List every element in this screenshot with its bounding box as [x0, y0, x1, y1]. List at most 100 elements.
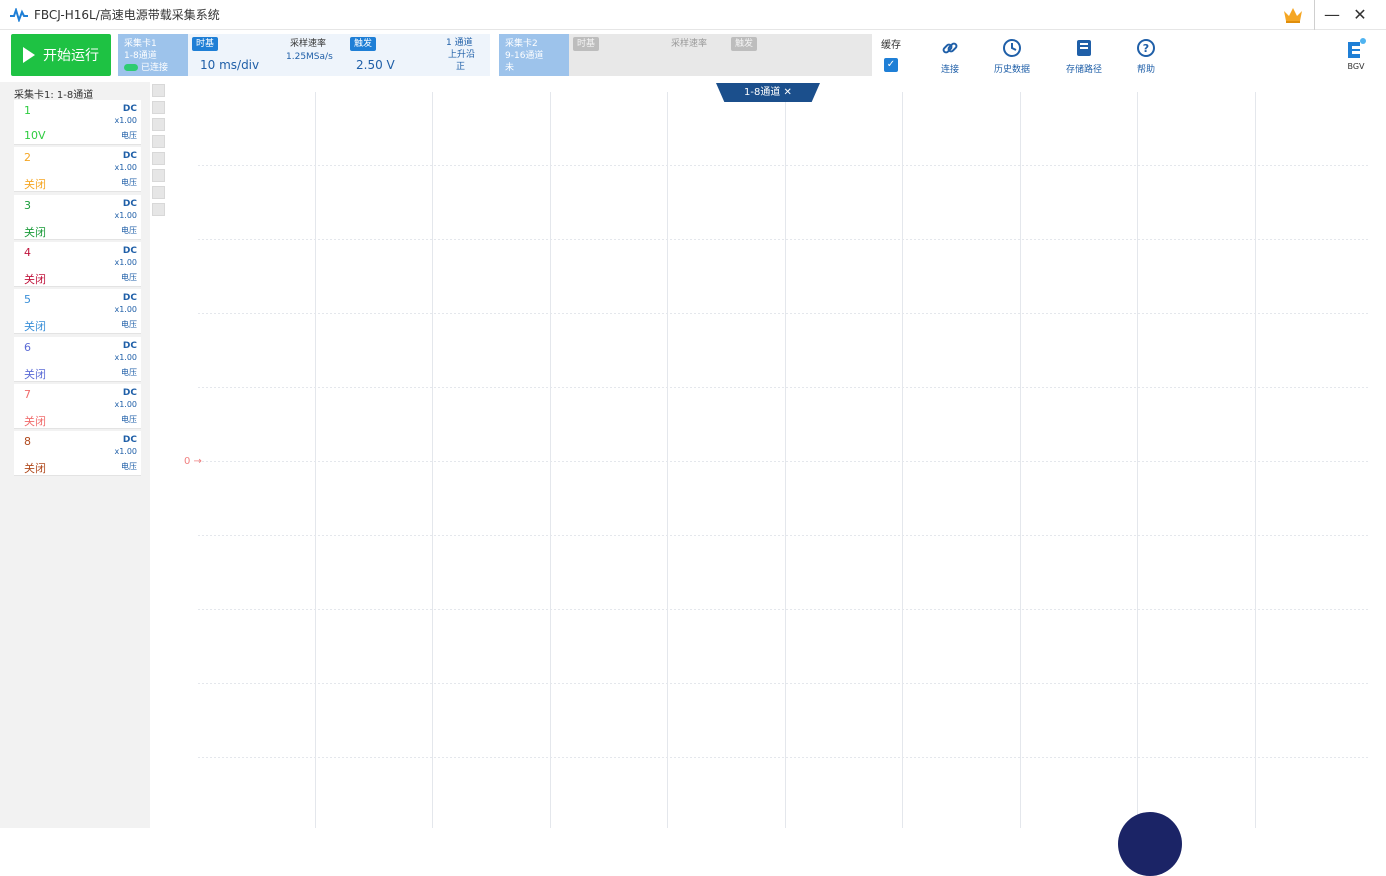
mini-button[interactable] [152, 169, 165, 182]
close-button[interactable]: ✕ [1348, 0, 1372, 30]
minimize-button[interactable]: — [1320, 0, 1344, 30]
channel-item-7[interactable]: 7 DC x1.00 关闭 电压 [14, 383, 141, 429]
cache-label: 缓存 [881, 40, 901, 51]
channel-item-6[interactable]: 6 DC x1.00 关闭 电压 [14, 336, 141, 382]
coupling-dc[interactable]: DC [123, 104, 137, 114]
channel-mode[interactable]: 电压 [121, 367, 137, 378]
cache-checkbox[interactable]: ✓ [884, 58, 898, 72]
mini-button[interactable] [152, 101, 165, 114]
sidebar-title: 采集卡1: 1-8通道 [14, 90, 94, 101]
zero-level-marker[interactable]: 0 → [184, 456, 202, 467]
channel-status: 关闭 [24, 320, 46, 334]
connect-button[interactable]: 连接 [920, 36, 980, 80]
coupling-dc[interactable]: DC [123, 341, 137, 351]
channel-number: 5 [24, 293, 31, 307]
coupling-dc[interactable]: DC [123, 151, 137, 161]
trigger-value[interactable]: 2.50 V [356, 58, 395, 72]
floating-action-button[interactable] [1118, 812, 1182, 876]
cache-option: 缓存 ✓ [878, 36, 904, 76]
channel-status: 关闭 [24, 272, 46, 286]
card2-title: 采集卡2 [505, 39, 538, 49]
logo-label: BGV [1347, 62, 1365, 71]
channel-mode[interactable]: 电压 [121, 225, 137, 236]
channel-status: 关闭 [24, 462, 46, 476]
channel-item-4[interactable]: 4 DC x1.00 关闭 电压 [14, 241, 141, 287]
trigger-tag[interactable]: 触发 [350, 37, 377, 51]
channel-gain[interactable]: x1.00 [114, 163, 137, 172]
coupling-dc[interactable]: DC [123, 246, 137, 256]
card1-channels: 1-8通道 [124, 51, 157, 61]
card2-timebase-tag: 时基 [573, 37, 600, 51]
channel-mode[interactable]: 电压 [121, 272, 137, 283]
channel-number: 1 [24, 104, 31, 117]
channel-mode[interactable]: 电压 [121, 461, 137, 472]
mini-button[interactable] [152, 186, 165, 199]
storage-path-label: 存储路径 [1065, 65, 1102, 75]
storage-path-button[interactable]: 存储路径 [1054, 36, 1114, 80]
card2-header[interactable]: 采集卡2 9-16通道 未 [499, 34, 569, 76]
link-icon [942, 42, 958, 54]
card1-header[interactable]: 采集卡1 1-8通道 已连接 [118, 34, 188, 76]
channel-gain[interactable]: x1.00 [114, 353, 137, 362]
card2-trigger-tag: 触发 [731, 37, 758, 51]
clock-icon [1003, 39, 1021, 57]
channel-item-2[interactable]: 2 DC x1.00 关闭 电压 [14, 147, 141, 193]
card2-sample-rate-label: 采样速率 [671, 39, 708, 49]
svg-text:?: ? [1143, 42, 1149, 55]
trigger-channel[interactable]: 1 通道 [446, 38, 473, 49]
card2-state: 未 [505, 63, 515, 73]
trigger-edge[interactable]: 上升沿 [448, 50, 475, 61]
channel-gain[interactable]: x1.00 [114, 400, 137, 409]
card1-title: 采集卡1 [124, 39, 157, 49]
channel-gain[interactable]: x1.00 [114, 305, 137, 314]
logo-icon [1348, 38, 1366, 58]
card1-state: 已连接 [141, 63, 169, 73]
help-button[interactable]: ? 帮助 [1116, 36, 1176, 80]
start-run-button[interactable]: 开始运行 [11, 34, 111, 76]
channel-status: 关闭 [24, 367, 46, 381]
tab-channels-1-8[interactable]: 1-8通道 ✕ [716, 83, 820, 102]
channel-gain[interactable]: x1.00 [114, 211, 137, 220]
help-label: 帮助 [1136, 65, 1155, 75]
channel-status: 关闭 [24, 414, 46, 428]
channel-item-3[interactable]: 3 DC x1.00 关闭 电压 [14, 194, 141, 240]
coupling-dc[interactable]: DC [123, 388, 137, 398]
mini-button[interactable] [152, 84, 165, 97]
mini-button[interactable] [152, 152, 165, 165]
trigger-polarity[interactable]: 正 [456, 62, 465, 73]
card1-panel: 采集卡1 1-8通道 已连接 时基 10 ms/div 采样速率 1.25MSa… [118, 34, 490, 76]
coupling-dc[interactable]: DC [123, 435, 137, 445]
channel-mode[interactable]: 电压 [121, 319, 137, 330]
mini-button[interactable] [152, 135, 165, 148]
waveform-plot[interactable] [198, 92, 1370, 828]
card2-panel: 采集卡2 9-16通道 未 时基 采样速率 触发 [499, 34, 872, 76]
channel-number: 4 [24, 245, 31, 259]
channel-mode[interactable]: 电压 [121, 414, 137, 425]
channel-mode[interactable]: 电压 [121, 130, 137, 141]
timebase-value[interactable]: 10 ms/div [200, 58, 259, 72]
brand-logo: BGV [1336, 36, 1376, 80]
channel-number: 2 [24, 151, 31, 165]
history-data-button[interactable]: 历史数据 [982, 36, 1042, 80]
channel-item-1[interactable]: 1 DC x1.00 10V 电压 [14, 100, 141, 145]
coupling-dc[interactable]: DC [123, 199, 137, 209]
mini-button[interactable] [152, 203, 165, 216]
sample-rate-value[interactable]: 1.25MSa/s [286, 52, 333, 63]
mini-button[interactable] [152, 118, 165, 131]
mini-button-strip [152, 84, 166, 220]
sample-rate-label: 采样速率 [290, 39, 327, 49]
channel-status: 关闭 [24, 178, 46, 192]
help-icon: ? [1137, 39, 1155, 57]
channel-item-8[interactable]: 8 DC x1.00 关闭 电压 [14, 431, 141, 477]
channel-number: 8 [24, 435, 31, 449]
channel-gain[interactable]: x1.00 [114, 258, 137, 267]
crown-icon[interactable] [1283, 6, 1303, 24]
channel-item-5[interactable]: 5 DC x1.00 关闭 电压 [14, 289, 141, 335]
channel-mode[interactable]: 电压 [121, 177, 137, 188]
coupling-dc[interactable]: DC [123, 293, 137, 303]
connect-label: 连接 [940, 65, 959, 75]
timebase-tag[interactable]: 时基 [192, 37, 219, 51]
channel-gain[interactable]: x1.00 [114, 116, 137, 125]
card1-toggle[interactable] [124, 64, 138, 71]
channel-gain[interactable]: x1.00 [114, 447, 137, 456]
